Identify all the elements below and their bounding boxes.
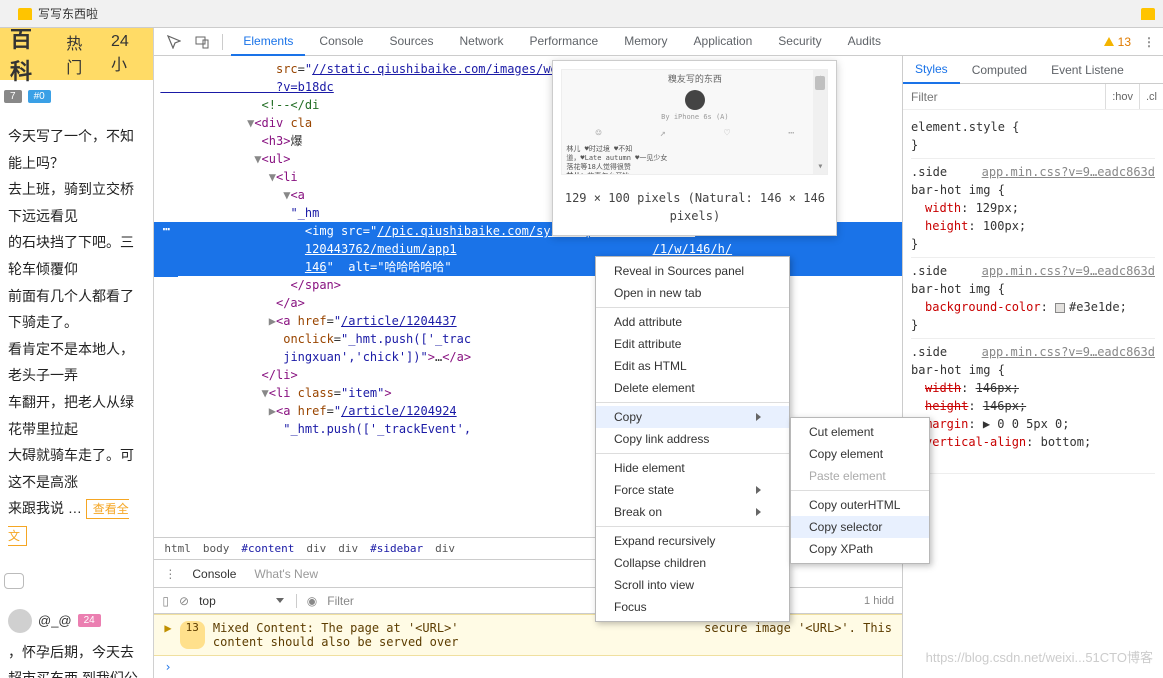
badge-tag: #0 [28,90,51,103]
rule-selector: .side [911,165,947,179]
tab-event-listeners[interactable]: Event Listene [1039,57,1136,83]
hov-toggle[interactable]: :hov [1105,84,1139,109]
menu-hide[interactable]: Hide element [596,457,789,479]
tab-elements[interactable]: Elements [231,28,305,56]
menu-paste: Paste element [791,465,929,487]
menu-expand[interactable]: Expand recursively [596,530,789,552]
article-text-2: ，怀孕后期，今天去超市买东西 到我们公司当模特，我心里想 [0,639,153,678]
tab-audits[interactable]: Audits [836,28,893,56]
kebab-icon[interactable]: ⋮ [1143,35,1155,49]
menu-force[interactable]: Force state [596,479,789,501]
menu-open-tab[interactable]: Open in new tab [596,282,789,304]
tab-styles[interactable]: Styles [903,56,960,84]
folder-icon [18,8,32,20]
styles-rules[interactable]: element.style { } .sideapp.min.css?v=9…e… [903,110,1163,678]
context-menu: Reveal in Sources panel Open in new tab … [595,256,790,622]
chevron-right-icon: ▶ [164,621,171,649]
chevron-right-icon [756,413,761,421]
browser-tabbar: 写写东西啦 [0,0,1163,28]
tab-title: 写写东西啦 [38,5,98,22]
comment-icon[interactable] [4,573,24,589]
tab-sources[interactable]: Sources [377,28,445,56]
tab-whats-new[interactable]: What's New [254,567,318,581]
devtools-tabs: Elements Console Sources Network Perform… [231,28,1099,56]
menu-add-attr[interactable]: Add attribute [596,311,789,333]
selection-dots: ⋯ [154,222,178,277]
avatar[interactable] [8,609,32,633]
tab-network[interactable]: Network [447,28,515,56]
menu-copy-link[interactable]: Copy link address [596,428,789,450]
menu-edit-attr[interactable]: Edit attribute [596,333,789,355]
hover-caption: 129 × 100 pixels (Natural: 146 × 146 pix… [553,183,836,235]
menu-focus[interactable]: Focus [596,596,789,618]
page-content: 百科 热门 24小 7 #0 今天写了一个，不知能上吗？ 去上班，骑到立交桥下远… [0,28,154,678]
source-link[interactable]: app.min.css?v=9…eadc863d [982,163,1155,181]
chevron-down-icon [276,598,284,603]
device-icon[interactable] [190,30,214,54]
console-filter-input[interactable]: Filter [327,594,354,608]
warning-icon [1104,37,1114,46]
warning-count[interactable]: 13 [1104,35,1131,49]
menu-outer-html[interactable]: Copy outerHTML [791,494,929,516]
site-logo: 百科 [10,28,52,86]
cls-toggle[interactable]: .cl [1139,84,1163,109]
article-text: 今天写了一个，不知能上吗？ 去上班，骑到立交桥下远远看见 的石块挡了下吧。三轮车… [0,113,153,559]
chevron-right-icon [756,508,761,516]
image-hover-tooltip: 糗友写的东西 By iPhone 6s (A) ☺↗♡⋯ 林儿 ♥时过境 ♥不知… [552,60,837,236]
browser-tab[interactable]: 写写东西啦 [8,0,108,27]
tab-application[interactable]: Application [682,28,765,56]
menu-break[interactable]: Break on [596,501,789,523]
warning-pill: 13 [180,621,205,649]
color-swatch[interactable] [1055,303,1065,313]
page-header: 百科 热门 24小 [0,28,153,80]
badge-count: 7 [4,90,22,103]
tab-console-drawer[interactable]: Console [192,567,236,581]
elements-panel: 糗友写的东西 By iPhone 6s (A) ☺↗♡⋯ 林儿 ♥时过境 ♥不知… [154,56,903,678]
sidebar-toggle-icon[interactable]: ▯ [162,594,169,608]
styles-panel: Styles Computed Event Listene :hov .cl e… [903,56,1163,678]
nav-hot[interactable]: 热门 [66,30,97,78]
source-link[interactable]: app.min.css?v=9…eadc863d [982,343,1155,361]
menu-reveal[interactable]: Reveal in Sources panel [596,260,789,282]
menu-edit-html[interactable]: Edit as HTML [596,355,789,377]
nav-24h[interactable]: 24小 [111,33,143,75]
tab-performance[interactable]: Performance [518,28,611,56]
console-prompt[interactable]: › [154,656,902,678]
kebab-icon[interactable]: ⋮ [164,567,174,581]
chevron-right-icon [756,486,761,494]
menu-cut[interactable]: Cut element [791,421,929,443]
menu-scroll[interactable]: Scroll into view [596,574,789,596]
tab-computed[interactable]: Computed [960,57,1039,83]
styles-filter-input[interactable] [903,90,1105,104]
tab-security[interactable]: Security [766,28,833,56]
context-select[interactable]: top [199,594,297,608]
username[interactable]: @_@ [38,613,72,628]
source-link[interactable]: app.min.css?v=9…eadc863d [982,262,1155,280]
clear-icon[interactable]: ⊘ [179,594,189,608]
hidden-count: 1 hidd [864,595,894,607]
user-badge: 24 [78,614,101,627]
menu-copy[interactable]: Copy [596,406,789,428]
rule-selector: element.style { [911,118,1155,136]
context-submenu: Cut element Copy element Paste element C… [790,417,930,564]
menu-copy-element[interactable]: Copy element [791,443,929,465]
menu-collapse[interactable]: Collapse children [596,552,789,574]
devtools-toolbar: Elements Console Sources Network Perform… [154,28,1163,56]
inspect-icon[interactable] [162,30,186,54]
menu-delete[interactable]: Delete element [596,377,789,399]
folder-icon[interactable] [1141,8,1155,20]
watermark: https://blog.csdn.net/weixi...51CTO博客 [926,647,1153,666]
tab-console[interactable]: Console [307,28,375,56]
menu-copy-selector[interactable]: Copy selector [791,516,929,538]
menu-copy-xpath[interactable]: Copy XPath [791,538,929,560]
thumbnail-preview: 糗友写的东西 By iPhone 6s (A) ☺↗♡⋯ 林儿 ♥时过境 ♥不知… [561,69,828,175]
tab-memory[interactable]: Memory [612,28,679,56]
eye-icon[interactable]: ◉ [307,594,317,608]
